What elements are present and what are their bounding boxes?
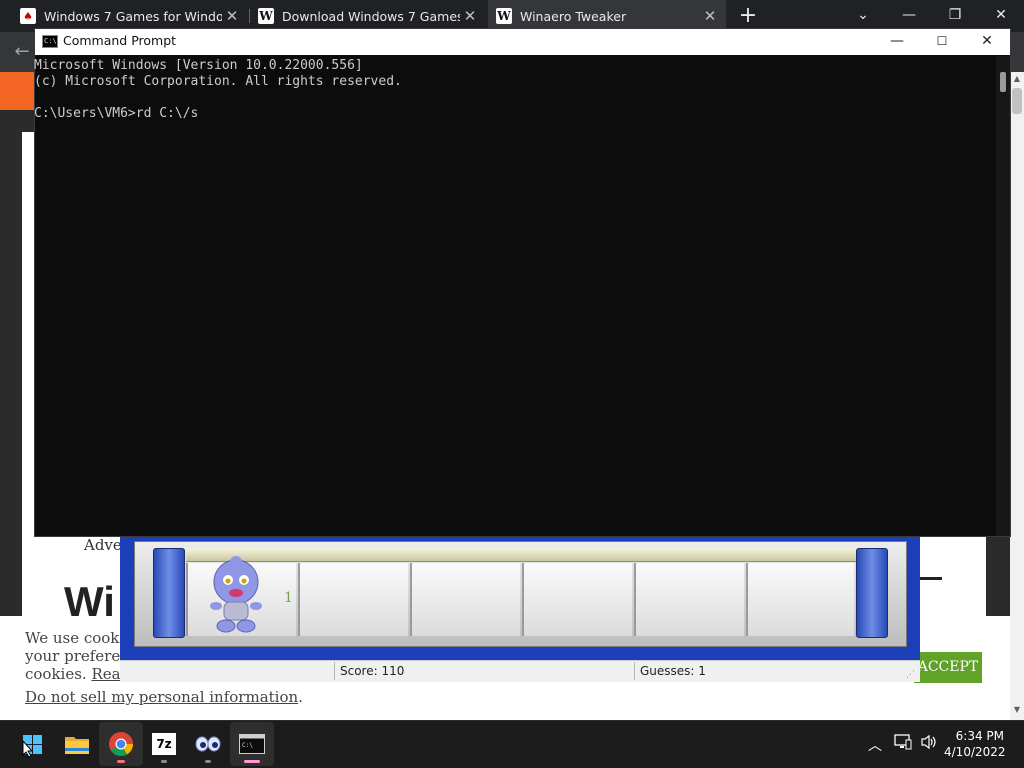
monitor-network-icon [894,734,912,750]
chrome-running-indicator [117,760,125,763]
score-label: Score: 110 [340,664,405,678]
scroll-up-arrow-icon[interactable]: ▲ [1010,74,1024,86]
game-slot[interactable] [746,563,854,636]
cookie-text-line3: cookies. Read [25,665,130,683]
back-arrow-icon[interactable]: ← [10,40,34,64]
new-tab-button[interactable]: + [737,3,759,29]
terminal-icon: C:\ [239,734,265,754]
game-slot[interactable] [298,563,408,636]
winaero-w-icon: W [496,8,512,24]
cmd-output-line: (c) Microsoft Corporation. All rights re… [34,74,402,89]
game-slot[interactable] [410,563,520,636]
cmd-scrollbar-thumb[interactable] [1000,72,1006,92]
do-not-sell-line: Do not sell my personal information. [25,688,303,706]
cmd-output-line: Microsoft Windows [Version 10.0.22000.55… [34,58,363,73]
game-top-rail [186,548,856,562]
game-left-post [153,548,185,638]
chrome-logo-icon [109,732,133,757]
tab-close-icon[interactable]: ✕ [700,7,720,25]
page-scrollbar-thumb[interactable] [1012,88,1022,114]
command-prompt-icon: C:\ [42,35,58,48]
show-hidden-icons-chevron-icon[interactable]: ︿ [868,735,882,755]
site-header-accent [0,72,36,110]
start-icon-quad [33,745,42,754]
clock-date[interactable]: 4/10/2022 [944,745,1006,759]
game-slot[interactable] [634,563,744,636]
cmd-prompt-line[interactable]: C:\Users\VM6>rd C:\/s [34,106,198,122]
speaker-icon [921,734,936,750]
game-status-bar [120,660,920,682]
tab-label: Winaero Tweaker [520,8,627,24]
tab-close-icon[interactable]: ✕ [222,7,242,25]
cookie-text-line1: We use cooki [25,629,125,647]
advertisement-label: Adve [84,536,122,554]
game-right-post [856,548,888,638]
playing-card-icon: ♠ [20,8,36,24]
cookie-text-prefix: cookies. [25,665,92,683]
clock-time[interactable]: 6:34 PM [944,729,1004,743]
scroll-down-arrow-icon[interactable]: ▼ [1010,705,1024,717]
7zip-running-indicator [161,760,167,763]
status-separator [334,662,335,680]
tab-close-icon[interactable]: ✕ [460,7,480,25]
game-slot[interactable] [522,563,632,636]
slot-number: 1 [284,590,293,606]
svg-text:C:\: C:\ [242,742,253,749]
command-prompt-taskbar-icon[interactable]: C:\ [236,728,268,760]
command-prompt-titlebar[interactable] [35,29,1010,55]
cmd-maximize-button[interactable]: ☐ [919,29,965,55]
cookie-text-line2: your preferer [25,647,128,665]
resize-grip-icon[interactable]: ⋰ [906,670,915,680]
start-icon-quad [33,735,42,744]
purble-character-icon[interactable] [206,556,266,634]
volume-icon[interactable] [920,734,938,754]
file-explorer-icon[interactable] [61,728,93,760]
tab-label: Download Windows 7 Games for [282,8,460,24]
eyes-running-indicator [205,760,211,763]
7zip-label: 7z [152,733,176,755]
cmd-scrollbar[interactable] [996,56,1010,536]
mouse-cursor-icon [22,740,34,758]
accept-cookies-button[interactable]: ACCEPT [914,652,982,683]
winaero-w-icon: W [258,8,274,24]
command-prompt-title: Command Prompt [63,33,177,48]
7zip-icon[interactable]: 7z [148,728,180,760]
start-icon[interactable] [16,728,48,760]
command-prompt-window[interactable] [34,28,1011,537]
chrome-icon[interactable] [105,728,137,760]
network-icon[interactable] [894,734,912,754]
cmd-minimize-button[interactable]: — [874,29,920,55]
page-scrollbar[interactable] [1010,72,1024,720]
eyes-glyph-icon [195,736,221,752]
folder-icon [65,737,89,754]
guesses-label: Guesses: 1 [640,664,706,678]
eyes-icon[interactable] [192,728,224,760]
do-not-sell-link[interactable]: Do not sell my personal information [25,688,298,706]
do-not-sell-suffix: . [298,688,303,706]
status-separator [634,662,635,680]
cmd-close-button[interactable]: ✕ [964,29,1010,55]
cmd-running-indicator [244,760,260,763]
tab-label: Windows 7 Games for Windows [44,8,222,24]
